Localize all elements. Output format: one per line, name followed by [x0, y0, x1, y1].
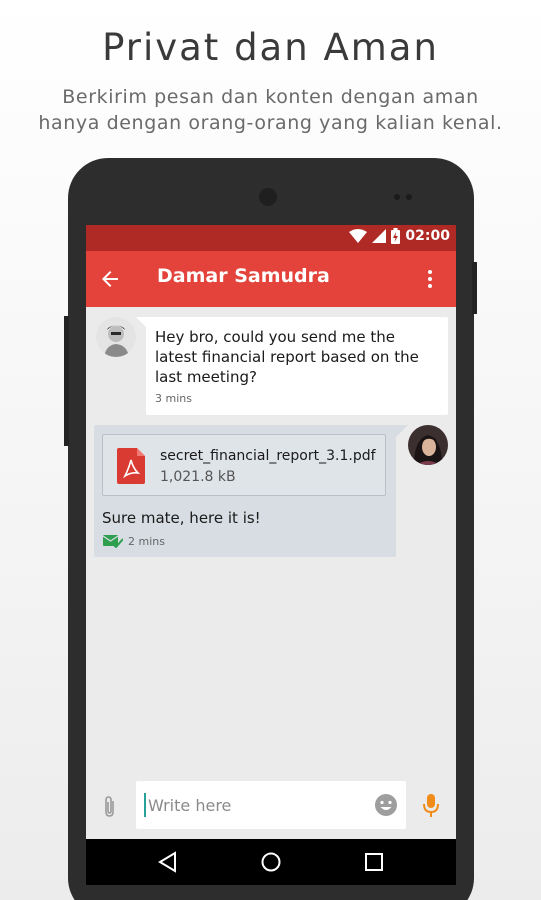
wifi-icon: [349, 229, 368, 243]
outgoing-message-time: 2 mins: [128, 534, 165, 548]
contact-avatar-image: [96, 317, 136, 357]
phone-power-button: [472, 262, 477, 314]
incoming-message-time: 3 mins: [155, 392, 192, 405]
paperclip-icon[interactable]: [100, 795, 120, 819]
phone-speaker: [259, 188, 277, 206]
pdf-attachment[interactable]: secret_financial_report_3.1.pdf 1,021.8 …: [102, 434, 386, 496]
nav-recents-icon[interactable]: [363, 851, 385, 873]
arrow-left-icon[interactable]: [98, 267, 122, 291]
phone-volume-button: [64, 316, 69, 446]
nav-back-icon[interactable]: [157, 851, 179, 873]
signal-icon: [372, 229, 387, 243]
pdf-file-icon: [117, 448, 145, 484]
battery-charging-icon: [391, 228, 401, 244]
phone-screen: 02:00 Damar Samudra Hey bro, could you s…: [86, 225, 456, 885]
incoming-message-text: Hey bro, could you send me the latest fi…: [155, 328, 419, 386]
microphone-icon[interactable]: [421, 793, 441, 819]
app-bar: Damar Samudra: [86, 251, 456, 307]
message-composer: [86, 781, 456, 831]
outgoing-message-text: Sure mate, here it is!: [102, 509, 261, 527]
delivered-check-icon: [103, 535, 123, 548]
status-clock: 02:00: [405, 228, 450, 244]
incoming-message-bubble[interactable]: Hey bro, could you send me the latest fi…: [146, 317, 448, 415]
message-input-box: [136, 781, 406, 829]
nav-home-icon[interactable]: [260, 851, 282, 873]
attachment-file-name: secret_financial_report_3.1.pdf: [160, 448, 376, 464]
phone-sensor: [394, 194, 400, 200]
promo-subtitle-line-2: hanya dengan orang-orang yang kalian ken…: [38, 112, 503, 134]
promo-title: Privat dan Aman: [102, 26, 439, 69]
contact-avatar[interactable]: [96, 317, 136, 357]
emoji-icon[interactable]: [374, 793, 398, 817]
phone-sensor: [406, 194, 412, 200]
my-avatar-image: [408, 425, 448, 465]
outgoing-bubble-tail: [396, 425, 408, 437]
status-bar: 02:00: [86, 225, 456, 251]
promo-subtitle-line-1: Berkirim pesan dan konten dengan aman: [62, 86, 479, 108]
contact-name[interactable]: Damar Samudra: [157, 265, 330, 287]
delivery-status: 2 mins: [103, 534, 165, 548]
status-icons: 02:00: [349, 228, 450, 244]
promo-subtitle: Berkirim pesan dan konten dengan aman ha…: [0, 84, 541, 136]
my-avatar[interactable]: [408, 425, 448, 465]
message-input[interactable]: [144, 793, 364, 817]
more-vert-icon[interactable]: [418, 267, 442, 291]
outgoing-message-bubble[interactable]: secret_financial_report_3.1.pdf 1,021.8 …: [94, 425, 396, 557]
navigation-bar: [86, 839, 456, 885]
attachment-file-size: 1,021.8 kB: [160, 469, 236, 485]
